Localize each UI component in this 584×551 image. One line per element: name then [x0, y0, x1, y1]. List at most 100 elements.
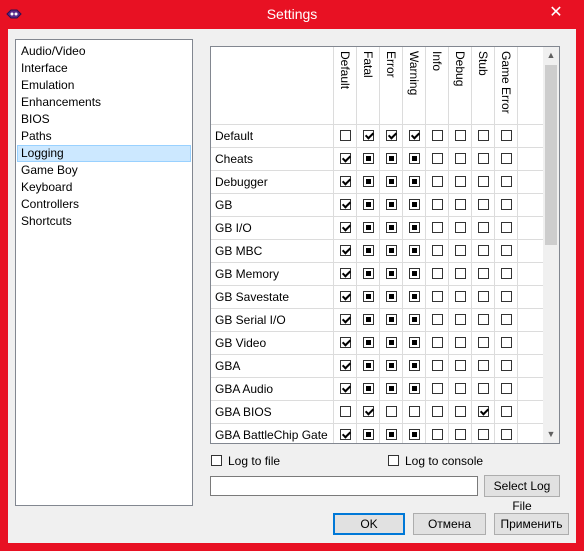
- category-item-game-boy[interactable]: Game Boy: [17, 162, 191, 179]
- level-checkbox[interactable]: [432, 199, 443, 210]
- category-item-paths[interactable]: Paths: [17, 128, 191, 145]
- level-checkbox[interactable]: [340, 268, 351, 279]
- level-checkbox[interactable]: [340, 291, 351, 302]
- level-checkbox[interactable]: [432, 429, 443, 440]
- level-checkbox[interactable]: [386, 383, 397, 394]
- level-checkbox[interactable]: [455, 337, 466, 348]
- level-checkbox[interactable]: [478, 199, 489, 210]
- level-checkbox[interactable]: [409, 429, 420, 440]
- category-item-logging[interactable]: Logging: [17, 145, 191, 162]
- level-checkbox[interactable]: [386, 429, 397, 440]
- level-checkbox[interactable]: [409, 291, 420, 302]
- category-item-bios[interactable]: BIOS: [17, 111, 191, 128]
- log-to-file-checkbox[interactable]: [211, 455, 222, 466]
- level-checkbox[interactable]: [386, 406, 397, 417]
- level-checkbox[interactable]: [409, 268, 420, 279]
- close-icon[interactable]: ✕: [548, 5, 564, 21]
- level-checkbox[interactable]: [432, 337, 443, 348]
- scroll-up-icon[interactable]: ▲: [543, 47, 559, 64]
- level-checkbox[interactable]: [501, 314, 512, 325]
- level-checkbox[interactable]: [478, 130, 489, 141]
- level-checkbox[interactable]: [363, 406, 374, 417]
- level-checkbox[interactable]: [340, 199, 351, 210]
- level-checkbox[interactable]: [501, 291, 512, 302]
- apply-button[interactable]: Применить: [494, 513, 569, 535]
- level-checkbox[interactable]: [501, 429, 512, 440]
- level-checkbox[interactable]: [409, 383, 420, 394]
- level-checkbox[interactable]: [409, 360, 420, 371]
- level-checkbox[interactable]: [340, 245, 351, 256]
- level-checkbox[interactable]: [501, 245, 512, 256]
- level-checkbox[interactable]: [363, 199, 374, 210]
- level-checkbox[interactable]: [363, 222, 374, 233]
- level-checkbox[interactable]: [409, 245, 420, 256]
- level-checkbox[interactable]: [340, 222, 351, 233]
- level-checkbox[interactable]: [478, 383, 489, 394]
- level-checkbox[interactable]: [363, 337, 374, 348]
- level-checkbox[interactable]: [432, 406, 443, 417]
- level-checkbox[interactable]: [455, 314, 466, 325]
- level-checkbox[interactable]: [386, 130, 397, 141]
- level-checkbox[interactable]: [409, 130, 420, 141]
- level-checkbox[interactable]: [478, 314, 489, 325]
- log-to-console-checkbox[interactable]: [388, 455, 399, 466]
- level-checkbox[interactable]: [409, 199, 420, 210]
- level-checkbox[interactable]: [455, 406, 466, 417]
- level-checkbox[interactable]: [340, 130, 351, 141]
- level-checkbox[interactable]: [432, 383, 443, 394]
- level-checkbox[interactable]: [386, 222, 397, 233]
- category-item-controllers[interactable]: Controllers: [17, 196, 191, 213]
- level-checkbox[interactable]: [501, 130, 512, 141]
- category-item-shortcuts[interactable]: Shortcuts: [17, 213, 191, 230]
- title-bar[interactable]: Settings ✕: [0, 0, 584, 28]
- level-checkbox[interactable]: [432, 291, 443, 302]
- level-checkbox[interactable]: [386, 314, 397, 325]
- level-checkbox[interactable]: [455, 222, 466, 233]
- level-checkbox[interactable]: [363, 314, 374, 325]
- level-checkbox[interactable]: [455, 383, 466, 394]
- level-checkbox[interactable]: [340, 337, 351, 348]
- level-checkbox[interactable]: [340, 314, 351, 325]
- category-item-keyboard[interactable]: Keyboard: [17, 179, 191, 196]
- level-checkbox[interactable]: [409, 222, 420, 233]
- level-checkbox[interactable]: [363, 176, 374, 187]
- level-checkbox[interactable]: [340, 406, 351, 417]
- scroll-down-icon[interactable]: ▼: [543, 426, 559, 443]
- category-item-audio-video[interactable]: Audio/Video: [17, 43, 191, 60]
- level-checkbox[interactable]: [501, 406, 512, 417]
- level-checkbox[interactable]: [501, 199, 512, 210]
- level-checkbox[interactable]: [340, 429, 351, 440]
- level-checkbox[interactable]: [386, 176, 397, 187]
- level-checkbox[interactable]: [455, 291, 466, 302]
- level-checkbox[interactable]: [478, 245, 489, 256]
- level-checkbox[interactable]: [455, 245, 466, 256]
- level-checkbox[interactable]: [455, 429, 466, 440]
- category-item-enhancements[interactable]: Enhancements: [17, 94, 191, 111]
- level-checkbox[interactable]: [409, 314, 420, 325]
- vertical-scrollbar[interactable]: ▲ ▼: [543, 47, 559, 443]
- level-checkbox[interactable]: [478, 360, 489, 371]
- level-checkbox[interactable]: [386, 360, 397, 371]
- level-checkbox[interactable]: [386, 199, 397, 210]
- level-checkbox[interactable]: [478, 222, 489, 233]
- level-checkbox[interactable]: [501, 383, 512, 394]
- level-checkbox[interactable]: [501, 153, 512, 164]
- level-checkbox[interactable]: [455, 268, 466, 279]
- level-checkbox[interactable]: [501, 222, 512, 233]
- level-checkbox[interactable]: [455, 360, 466, 371]
- level-checkbox[interactable]: [455, 176, 466, 187]
- level-checkbox[interactable]: [501, 360, 512, 371]
- level-checkbox[interactable]: [478, 406, 489, 417]
- level-checkbox[interactable]: [501, 176, 512, 187]
- level-checkbox[interactable]: [363, 245, 374, 256]
- level-checkbox[interactable]: [409, 153, 420, 164]
- level-checkbox[interactable]: [386, 245, 397, 256]
- level-checkbox[interactable]: [455, 130, 466, 141]
- level-checkbox[interactable]: [478, 291, 489, 302]
- level-checkbox[interactable]: [501, 268, 512, 279]
- ok-button[interactable]: OK: [333, 513, 405, 535]
- level-checkbox[interactable]: [432, 268, 443, 279]
- level-checkbox[interactable]: [363, 360, 374, 371]
- level-checkbox[interactable]: [432, 176, 443, 187]
- level-checkbox[interactable]: [340, 153, 351, 164]
